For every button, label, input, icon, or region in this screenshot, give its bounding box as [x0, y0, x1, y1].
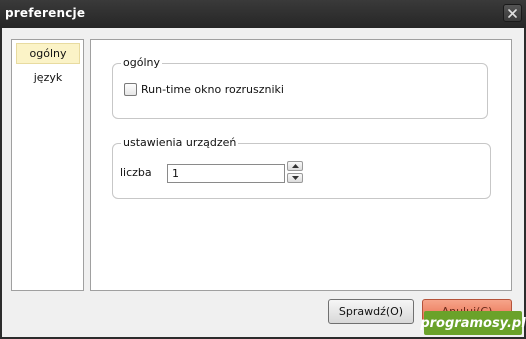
runtime-checkbox-row[interactable]: Run-time okno rozruszniki [124, 83, 284, 96]
title-bar: preferencje [0, 0, 526, 28]
close-icon [508, 8, 517, 18]
arrow-down-icon [291, 176, 299, 180]
check-button[interactable]: Sprawdź(O) [328, 299, 414, 324]
window-title: preferencje [5, 6, 86, 20]
settings-panel: ogólny Run-time okno rozruszniki ustawie… [90, 39, 512, 291]
sidebar-item-language[interactable]: język [16, 67, 80, 88]
runtime-window-checkbox[interactable] [124, 83, 137, 96]
runtime-window-checkbox-label[interactable]: Run-time okno rozruszniki [141, 83, 284, 96]
arrow-up-icon [291, 164, 299, 168]
site-watermark: programosy.pl [420, 311, 526, 335]
close-button[interactable] [503, 4, 522, 22]
category-list: ogólny język [11, 39, 84, 291]
general-groupbox: ogólny Run-time okno rozruszniki [112, 56, 488, 119]
spin-up-button[interactable] [287, 161, 303, 171]
general-group-legend: ogólny [121, 56, 162, 70]
spin-down-button[interactable] [287, 173, 303, 183]
count-spinbox-input[interactable] [167, 164, 285, 183]
count-label: liczba [120, 166, 152, 179]
device-settings-groupbox: ustawienia urządzeń liczba [112, 136, 491, 199]
device-group-legend: ustawienia urządzeń [121, 136, 239, 150]
sidebar-item-general[interactable]: ogólny [16, 43, 80, 64]
